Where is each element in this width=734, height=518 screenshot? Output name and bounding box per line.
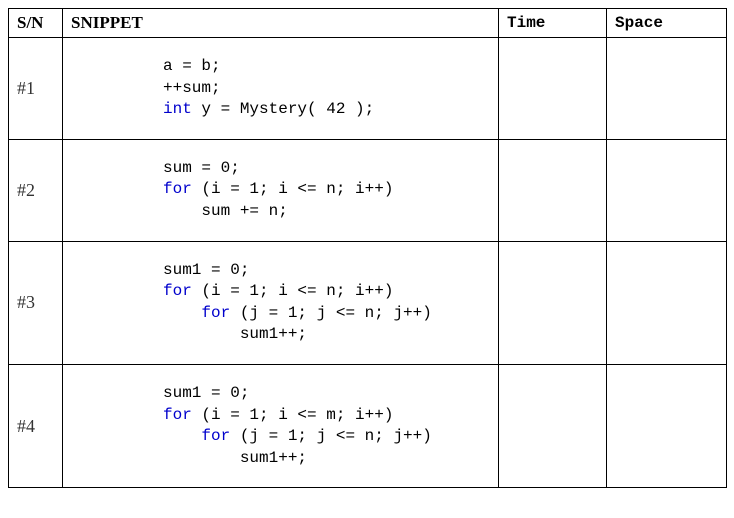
code-block: sum1 = 0; for (i = 1; i <= m; i++) for (… bbox=[71, 383, 490, 469]
row-space bbox=[607, 364, 727, 487]
row-space bbox=[607, 139, 727, 241]
row-time bbox=[499, 364, 607, 487]
table-row: #2sum = 0; for (i = 1; i <= n; i++) sum … bbox=[9, 139, 727, 241]
header-sn: S/N bbox=[9, 9, 63, 38]
row-space bbox=[607, 241, 727, 364]
row-snippet: a = b; ++sum; int y = Mystery( 42 ); bbox=[63, 38, 499, 140]
table-body: #1a = b; ++sum; int y = Mystery( 42 );#2… bbox=[9, 38, 727, 488]
keyword: int bbox=[163, 100, 192, 118]
keyword: for bbox=[201, 427, 230, 445]
row-time bbox=[499, 38, 607, 140]
row-sn: #4 bbox=[9, 364, 63, 487]
row-time bbox=[499, 139, 607, 241]
row-sn: #3 bbox=[9, 241, 63, 364]
keyword: for bbox=[163, 180, 192, 198]
row-snippet: sum1 = 0; for (i = 1; i <= n; i++) for (… bbox=[63, 241, 499, 364]
table-row: #4sum1 = 0; for (i = 1; i <= m; i++) for… bbox=[9, 364, 727, 487]
code-block: sum = 0; for (i = 1; i <= n; i++) sum +=… bbox=[71, 158, 490, 223]
row-snippet: sum1 = 0; for (i = 1; i <= m; i++) for (… bbox=[63, 364, 499, 487]
row-sn: #1 bbox=[9, 38, 63, 140]
header-row: S/N SNIPPET Time Space bbox=[9, 9, 727, 38]
header-time: Time bbox=[499, 9, 607, 38]
row-snippet: sum = 0; for (i = 1; i <= n; i++) sum +=… bbox=[63, 139, 499, 241]
keyword: for bbox=[201, 304, 230, 322]
keyword: for bbox=[163, 406, 192, 424]
row-sn: #2 bbox=[9, 139, 63, 241]
code-block: sum1 = 0; for (i = 1; i <= n; i++) for (… bbox=[71, 260, 490, 346]
table-row: #3sum1 = 0; for (i = 1; i <= n; i++) for… bbox=[9, 241, 727, 364]
complexity-table: S/N SNIPPET Time Space #1a = b; ++sum; i… bbox=[8, 8, 727, 488]
row-time bbox=[499, 241, 607, 364]
header-space: Space bbox=[607, 9, 727, 38]
code-block: a = b; ++sum; int y = Mystery( 42 ); bbox=[71, 56, 490, 121]
header-snippet: SNIPPET bbox=[63, 9, 499, 38]
keyword: for bbox=[163, 282, 192, 300]
row-space bbox=[607, 38, 727, 140]
table-row: #1a = b; ++sum; int y = Mystery( 42 ); bbox=[9, 38, 727, 140]
